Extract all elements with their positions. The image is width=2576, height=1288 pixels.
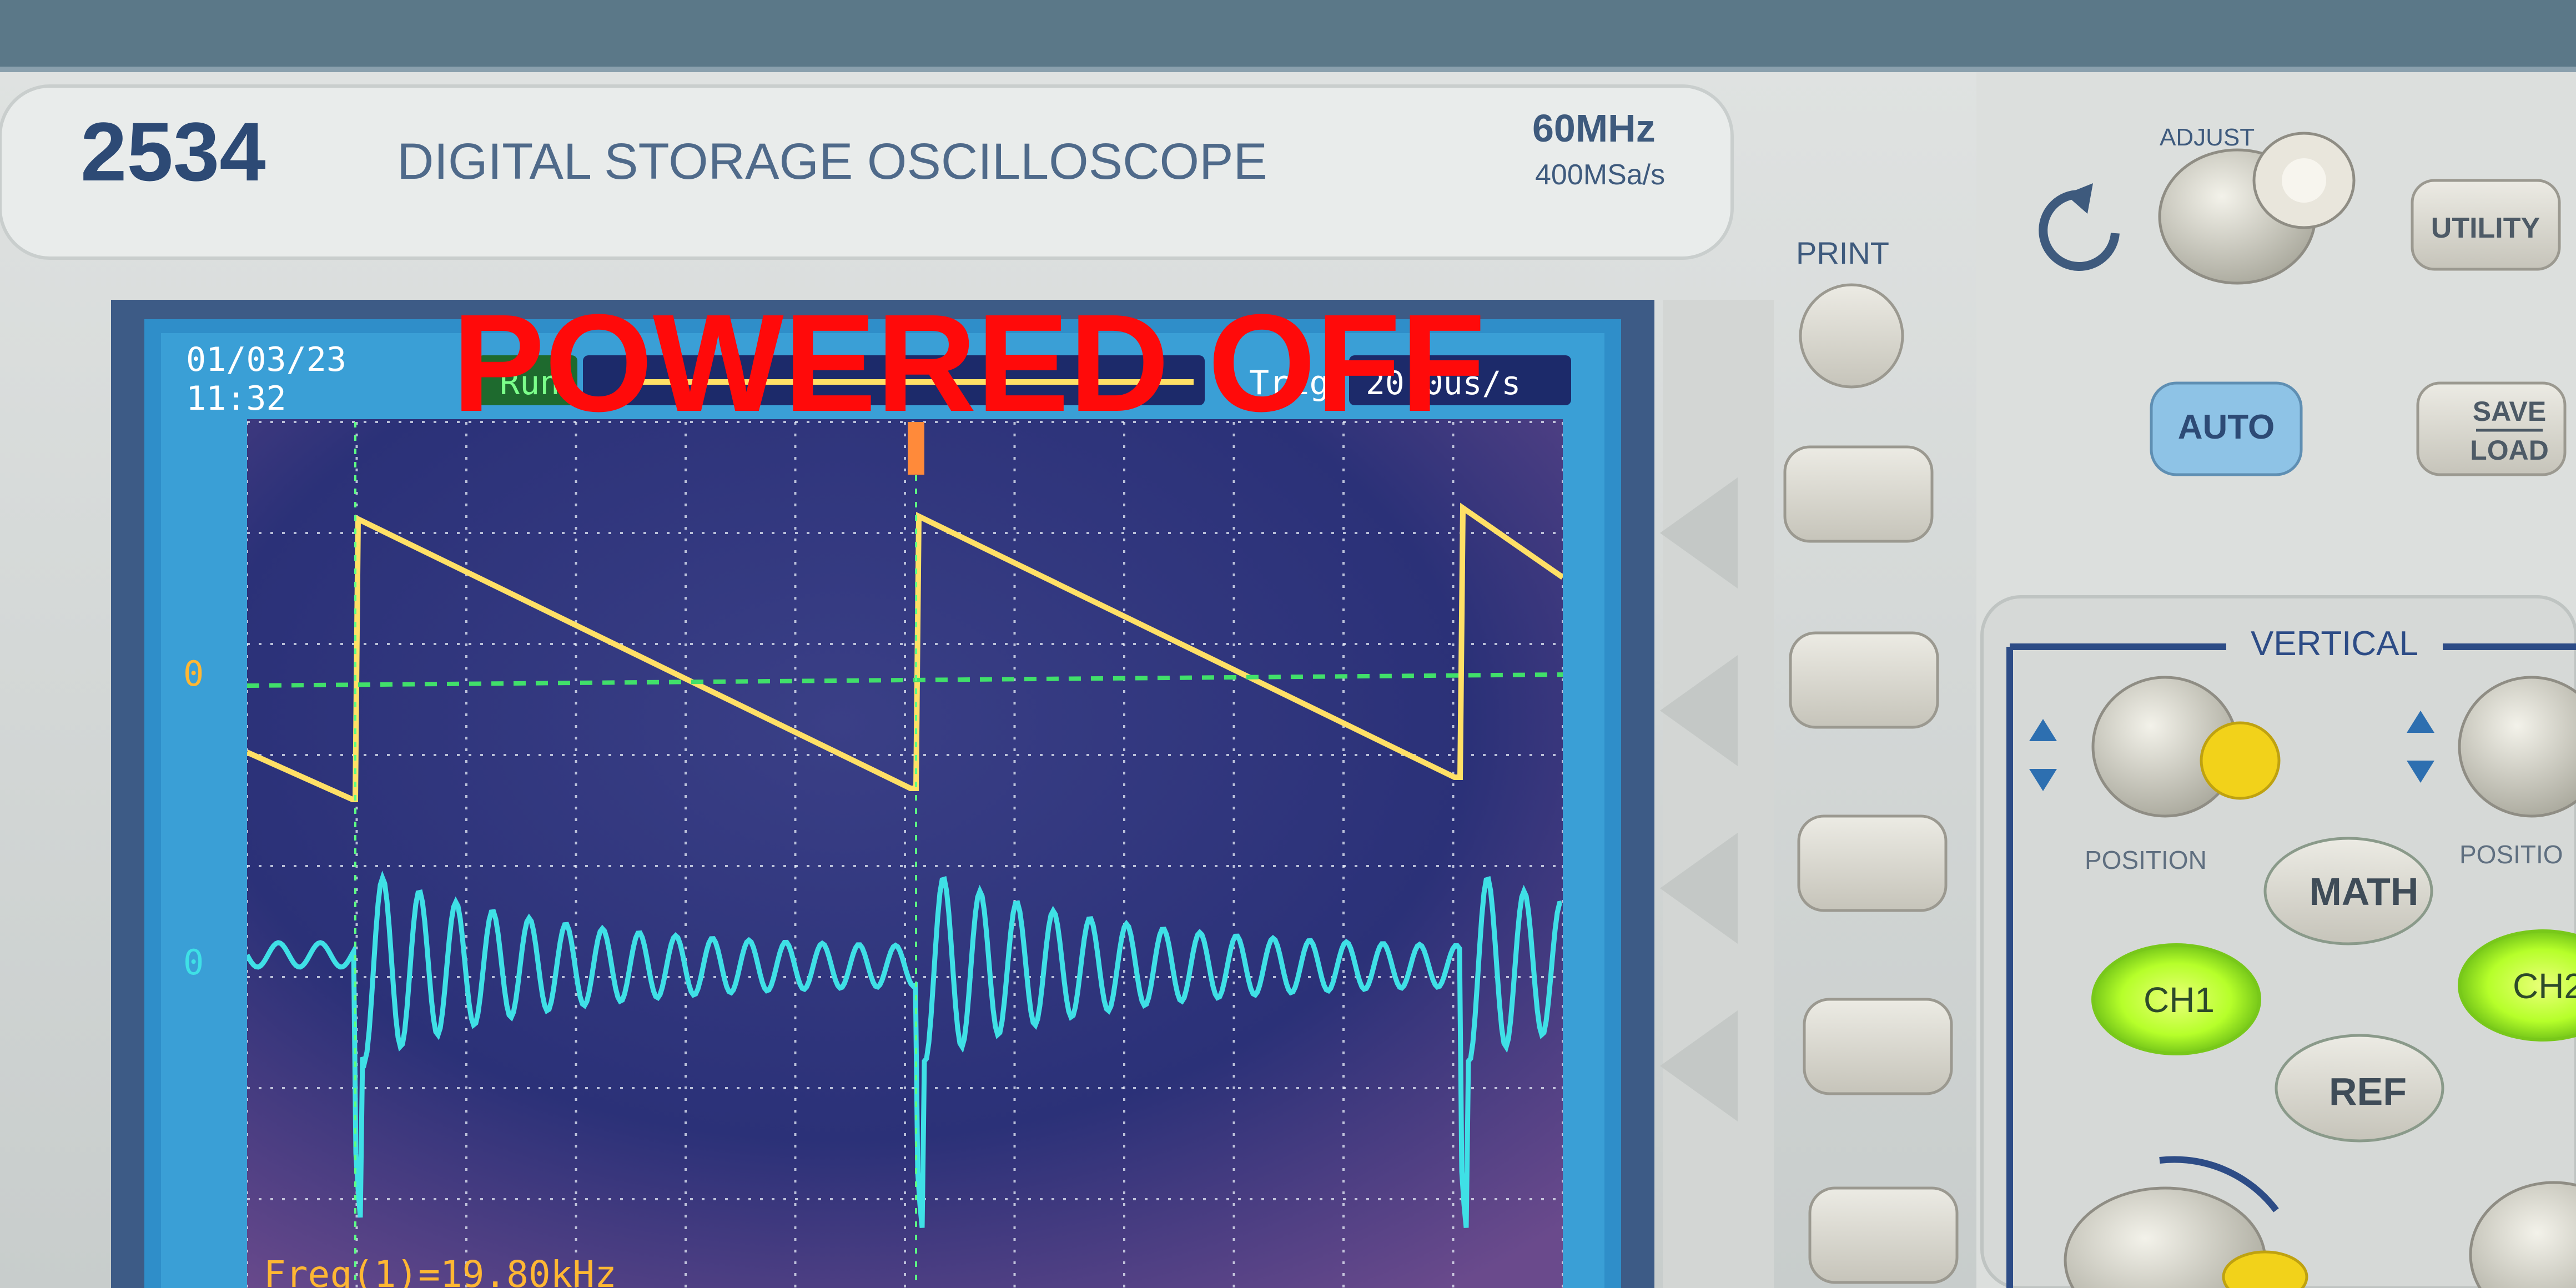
softkey-4[interactable] — [1803, 998, 1953, 1095]
model-number: 2534 — [80, 105, 266, 198]
softkey-3[interactable] — [1797, 814, 1948, 912]
screen-date: 01/03/23 — [186, 340, 346, 379]
auto-label: AUTO — [2178, 408, 2275, 446]
save-label: SAVE — [2473, 396, 2546, 427]
screen-time: 11:32 — [186, 379, 286, 418]
ref-label: REF — [2329, 1070, 2407, 1113]
softkey-5[interactable] — [1808, 1186, 1959, 1284]
sample-rate-label: 400MSa/s — [1535, 159, 1665, 191]
ch2-ground-marker: 0 — [183, 942, 204, 983]
product-title: DIGITAL STORAGE OSCILLOSCOPE — [397, 133, 1267, 190]
oscilloscope-scene: 2534 DIGITAL STORAGE OSCILLOSCOPE 60MHz … — [0, 0, 2576, 1288]
print-button[interactable] — [1799, 283, 1904, 389]
math-label: MATH — [2310, 870, 2419, 913]
vertical-title: VERTICAL — [2251, 625, 2418, 663]
ch1-label: CH1 — [2144, 980, 2215, 1020]
print-label: PRINT — [1796, 235, 1889, 270]
ch2-label: CH2 — [2513, 966, 2576, 1006]
softkey-2[interactable] — [1789, 631, 1939, 729]
powered-off-overlay: POWERED OFF — [452, 285, 1485, 440]
utility-label: UTILITY — [2431, 212, 2540, 244]
position-label-ch2: POSITIO — [2459, 840, 2563, 869]
softkey-1[interactable] — [1783, 445, 1934, 543]
adjust-label: ADJUST — [2160, 124, 2255, 151]
position-label-ch1: POSITION — [2085, 846, 2207, 874]
load-label: LOAD — [2470, 435, 2549, 466]
bandwidth-label: 60MHz — [1532, 107, 1656, 150]
ch1-position-knob-cap[interactable] — [2200, 721, 2281, 800]
ch1-ground-marker: 0 — [183, 653, 204, 694]
softkey-gutter — [1663, 300, 1774, 1288]
top-edge — [0, 0, 2576, 67]
frequency-readout: Freq(1)=19.80kHz — [264, 1253, 617, 1288]
adjust-knob-center — [2282, 158, 2326, 203]
